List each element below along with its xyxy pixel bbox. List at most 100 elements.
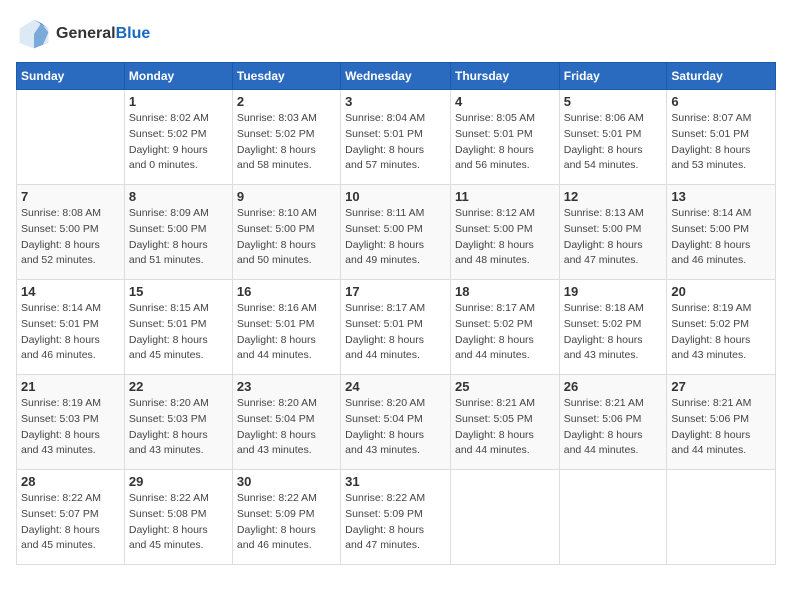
day-info: Sunrise: 8:05 AMSunset: 5:01 PMDaylight:… <box>455 111 555 174</box>
day-number: 10 <box>345 189 446 204</box>
sunset-text: Sunset: 5:00 PM <box>237 223 315 235</box>
sunset-text: Sunset: 5:00 PM <box>21 223 99 235</box>
daylight-hours: Daylight: 9 hours <box>129 144 208 156</box>
day-cell: 31 Sunrise: 8:22 AMSunset: 5:09 PMDayligh… <box>341 470 451 565</box>
day-cell: 27 Sunrise: 8:21 AMSunset: 5:06 PMDayligh… <box>667 375 776 470</box>
daylight-hours: Daylight: 8 hours <box>564 144 643 156</box>
sunrise-text: Sunrise: 8:13 AM <box>564 207 644 219</box>
header-cell-friday: Friday <box>559 63 667 90</box>
sunset-text: Sunset: 5:06 PM <box>564 413 642 425</box>
sunset-text: Sunset: 5:03 PM <box>21 413 99 425</box>
daylight-hours: Daylight: 8 hours <box>455 429 534 441</box>
day-number: 23 <box>237 379 336 394</box>
week-row-5: 28Sunrise: 8:22 AMSunset: 5:07 PMDayligh… <box>17 470 776 565</box>
daylight-hours: Daylight: 8 hours <box>564 429 643 441</box>
sunset-text: Sunset: 5:05 PM <box>455 413 533 425</box>
sunrise-text: Sunrise: 8:08 AM <box>21 207 101 219</box>
daylight-minutes: and 49 minutes. <box>345 254 420 266</box>
header-cell-saturday: Saturday <box>667 63 776 90</box>
daylight-hours: Daylight: 8 hours <box>21 239 100 251</box>
daylight-hours: Daylight: 8 hours <box>455 239 534 251</box>
day-info: Sunrise: 8:09 AMSunset: 5:00 PMDaylight:… <box>129 206 228 269</box>
sunrise-text: Sunrise: 8:19 AM <box>671 302 751 314</box>
sunrise-text: Sunrise: 8:14 AM <box>671 207 751 219</box>
day-cell: 9Sunrise: 8:10 AMSunset: 5:00 PMDaylight… <box>232 185 340 280</box>
sunrise-text: Sunrise: 8:22 AM <box>237 492 317 504</box>
sunset-text: Sunset: 5:00 PM <box>345 223 423 235</box>
day-cell <box>559 470 667 565</box>
daylight-minutes: and 46 minutes. <box>237 539 312 551</box>
sunrise-text: Sunrise: 8:15 AM <box>129 302 209 314</box>
day-info: Sunrise: 8:16 AMSunset: 5:01 PMDaylight:… <box>237 301 336 364</box>
day-cell: 11Sunrise: 8:12 AMSunset: 5:00 PMDayligh… <box>450 185 559 280</box>
day-cell: 3Sunrise: 8:04 AMSunset: 5:01 PMDaylight… <box>341 90 451 185</box>
week-row-3: 14Sunrise: 8:14 AMSunset: 5:01 PMDayligh… <box>17 280 776 375</box>
day-number: 7 <box>21 189 120 204</box>
sunrise-text: Sunrise: 8:22 AM <box>21 492 101 504</box>
daylight-hours: Daylight: 8 hours <box>237 239 316 251</box>
daylight-hours: Daylight: 8 hours <box>671 144 750 156</box>
day-number: 30 <box>237 474 336 489</box>
day-info: Sunrise: 8:10 AM Sunset: 5:00 PM Daylight:… <box>237 206 336 269</box>
daylight-minutes: and 52 minutes. <box>21 254 96 266</box>
sunset-text: Sunset: 5:01 PM <box>21 318 99 330</box>
daylight-hours: Daylight: 8 hours <box>455 334 534 346</box>
logo: GeneralBlue <box>16 16 150 52</box>
logo-icon <box>16 16 52 52</box>
day-cell: 13Sunrise: 8:14 AMSunset: 5:00 PMDayligh… <box>667 185 776 280</box>
day-number: 22 <box>129 379 228 394</box>
sunset-text: Sunset: 5:04 PM <box>237 413 315 425</box>
day-number: 27 <box>671 379 771 394</box>
sunrise-text: Sunrise: 8:03 AM <box>237 112 317 124</box>
daylight-hours: Daylight: 8 hours <box>237 334 316 346</box>
header-cell-wednesday: Wednesday <box>341 63 451 90</box>
day-number: 21 <box>21 379 120 394</box>
day-info: Sunrise: 8:21 AMSunset: 5:05 PMDaylight:… <box>455 396 555 459</box>
day-cell: 26Sunrise: 8:21 AMSunset: 5:06 PMDayligh… <box>559 375 667 470</box>
header-cell-monday: Monday <box>124 63 232 90</box>
day-info: Sunrise: 8:20 AMSunset: 5:04 PMDaylight:… <box>237 396 336 459</box>
daylight-minutes: and 43 minutes. <box>129 444 204 456</box>
sunset-text: Sunset: 5:02 PM <box>671 318 749 330</box>
daylight-hours: Daylight: 8 hours <box>671 239 750 251</box>
day-cell: 7 Sunrise: 8:08 AM Sunset: 5:00 PM Daylight… <box>17 185 125 280</box>
day-info: Sunrise: 8:22 AMSunset: 5:09 PMDaylight:… <box>237 491 336 554</box>
sunrise-text: Sunrise: 8:10 AM <box>237 207 317 219</box>
day-cell <box>450 470 559 565</box>
day-number: 24 <box>345 379 446 394</box>
daylight-hours: Daylight: 8 hours <box>21 524 100 536</box>
day-number: 20 <box>671 284 771 299</box>
daylight-hours: Daylight: 8 hours <box>129 334 208 346</box>
day-cell: 8Sunrise: 8:09 AMSunset: 5:00 PMDaylight… <box>124 185 232 280</box>
sunrise-text: Sunrise: 8:09 AM <box>129 207 209 219</box>
day-info: Sunrise: 8:14 AMSunset: 5:01 PMDaylight:… <box>21 301 120 364</box>
daylight-minutes: and 43 minutes. <box>671 349 746 361</box>
day-info: Sunrise: 8:03 AMSunset: 5:02 PMDaylight:… <box>237 111 336 174</box>
sunset-text: Sunset: 5:02 PM <box>129 128 207 140</box>
day-cell: 16Sunrise: 8:16 AMSunset: 5:01 PMDayligh… <box>232 280 340 375</box>
day-info: Sunrise: 8:22 AMSunset: 5:08 PMDaylight:… <box>129 491 228 554</box>
day-cell: 12Sunrise: 8:13 AMSunset: 5:00 PMDayligh… <box>559 185 667 280</box>
sunrise-text: Sunrise: 8:07 AM <box>671 112 751 124</box>
day-cell: 20Sunrise: 8:19 AMSunset: 5:02 PMDayligh… <box>667 280 776 375</box>
sunrise-text: Sunrise: 8:12 AM <box>455 207 535 219</box>
sunrise-text: Sunrise: 8:22 AM <box>345 492 425 504</box>
day-cell: 5Sunrise: 8:06 AMSunset: 5:01 PMDaylight… <box>559 90 667 185</box>
day-info: Sunrise: 8:22 AMSunset: 5:09 PMDaylight:… <box>345 491 446 554</box>
sunrise-text: Sunrise: 8:02 AM <box>129 112 209 124</box>
day-cell: 30 Sunrise: 8:22 AMSunset: 5:09 PMDayligh… <box>232 470 340 565</box>
sunset-text: Sunset: 5:03 PM <box>129 413 207 425</box>
day-number: 31 <box>345 474 446 489</box>
day-number: 6 <box>671 94 771 109</box>
day-info: Sunrise: 8:21 AMSunset: 5:06 PMDaylight:… <box>671 396 771 459</box>
day-info: Sunrise: 8:08 AM Sunset: 5:00 PM Daylight:… <box>21 206 120 269</box>
daylight-minutes: and 54 minutes. <box>564 159 639 171</box>
header-row: SundayMondayTuesdayWednesdayThursdayFrid… <box>17 63 776 90</box>
week-row-2: 7 Sunrise: 8:08 AM Sunset: 5:00 PM Daylight… <box>17 185 776 280</box>
sunset-text: Sunset: 5:01 PM <box>564 128 642 140</box>
day-info: Sunrise: 8:22 AMSunset: 5:07 PMDaylight:… <box>21 491 120 554</box>
sunrise-text: Sunrise: 8:04 AM <box>345 112 425 124</box>
sunrise-text: Sunrise: 8:19 AM <box>21 397 101 409</box>
daylight-minutes: and 43 minutes. <box>345 444 420 456</box>
daylight-minutes: and 45 minutes. <box>129 539 204 551</box>
